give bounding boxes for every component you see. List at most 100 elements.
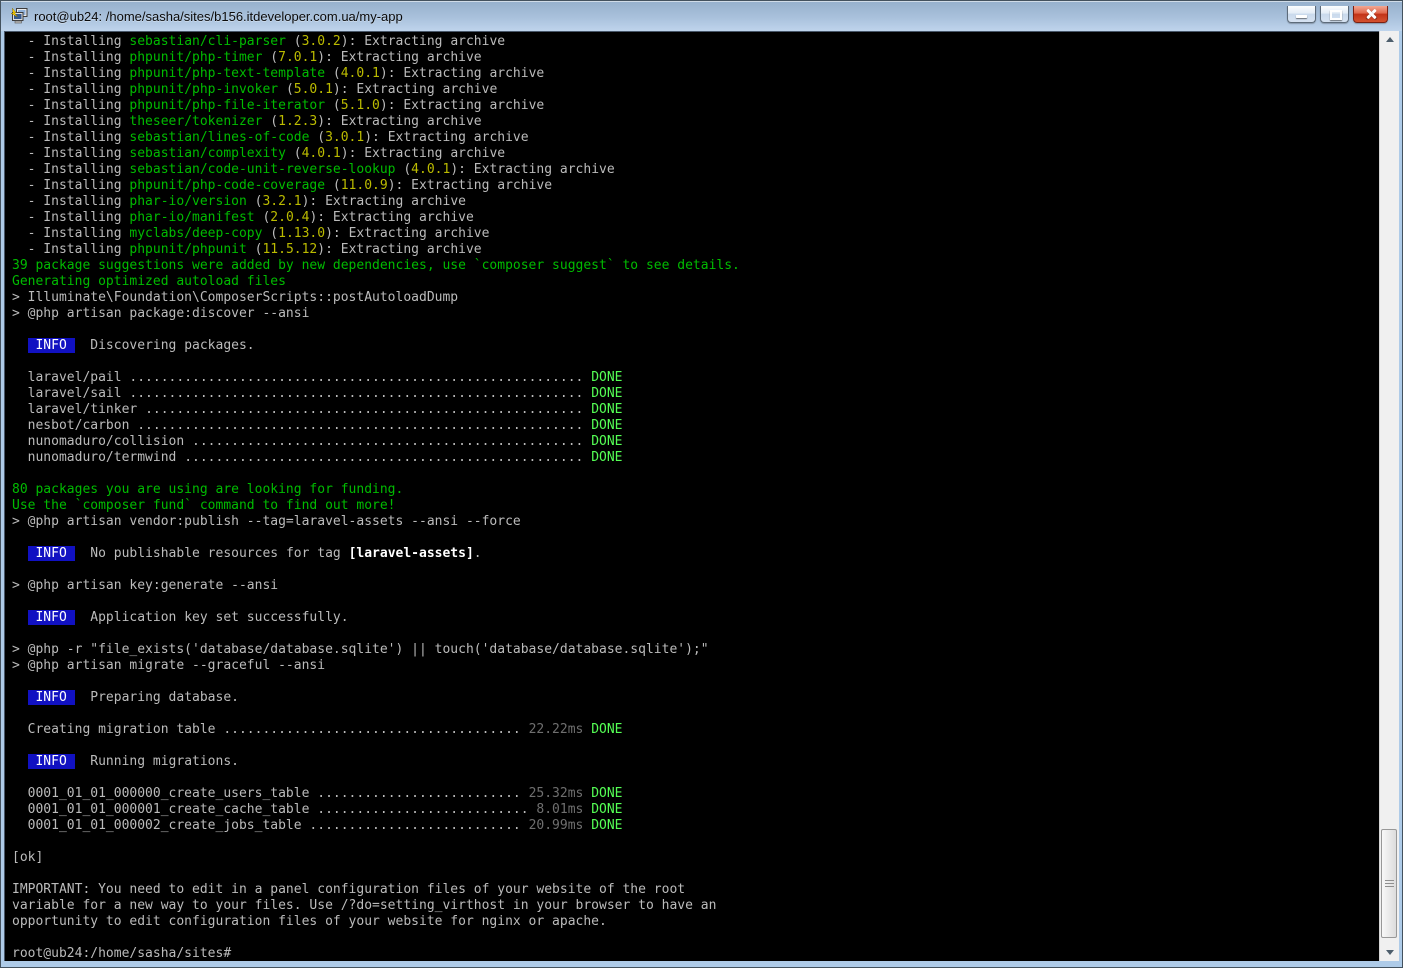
terminal-line: - Installing phpunit/php-timer (7.0.1): … [12,50,1379,66]
terminal-line [12,834,1379,850]
terminal-text-segment: ...................................... [223,722,520,737]
terminal-text-segment: Running migrations. [75,754,239,769]
terminal-line: - Installing phar-io/version (3.2.1): Ex… [12,194,1379,210]
terminal-text-segment: . [474,546,482,561]
terminal-text-segment: - Installing [12,162,129,177]
terminal-text-segment: 80 packages you are using are looking fo… [12,482,403,497]
terminal-text-segment: phpunit/phpunit [129,242,246,257]
terminal-text-segment: DONE [591,402,622,417]
terminal-text-segment: ): Extracting archive [341,146,505,161]
minimize-button[interactable] [1287,6,1316,23]
terminal-text-segment: DONE [591,722,622,737]
terminal-text-segment: myclabs/deep-copy [129,226,262,241]
terminal-text-segment: 22.22ms [529,722,584,737]
terminal-text-segment: ( [247,194,263,209]
terminal-text-segment: ): Extracting archive [317,50,481,65]
maximize-button[interactable] [1320,6,1349,23]
terminal-text-segment: DONE [591,450,622,465]
terminal-line: > @php artisan key:generate --ansi [12,578,1379,594]
terminal-text-segment: ( [309,130,325,145]
terminal-line: - Installing myclabs/deep-copy (1.13.0):… [12,226,1379,242]
terminal-line: Use the `composer fund` command to find … [12,498,1379,514]
terminal-text-segment: 0001_01_01_000000_create_users_table [12,786,317,801]
titlebar[interactable]: root@ub24: /home/sasha/sites/b156.itdeve… [1,1,1402,31]
scroll-up-button[interactable] [1380,31,1399,48]
terminal-text-segment: laravel/sail [12,386,129,401]
terminal-text-segment: - Installing [12,242,129,257]
terminal-line: - Installing phar-io/manifest (2.0.4): E… [12,210,1379,226]
terminal-text-segment: - Installing [12,66,129,81]
terminal-output[interactable]: - Installing sebastian/cli-parser (3.0.2… [4,31,1379,961]
terminal-text-segment: ): Extracting archive [309,210,473,225]
terminal-text-segment [521,818,529,833]
terminal-text-segment: - Installing [12,34,129,49]
terminal-text-segment: DONE [591,418,622,433]
terminal-text-segment: - Installing [12,210,129,225]
terminal-line: laravel/tinker .........................… [12,402,1379,418]
terminal-text-segment: ( [325,178,341,193]
terminal-text-segment: ........................................… [184,450,583,465]
terminal-text-segment: ): Extracting archive [380,66,544,81]
putty-window: root@ub24: /home/sasha/sites/b156.itdeve… [0,0,1403,968]
terminal-text-segment [12,690,28,705]
terminal-text-segment: 3.2.1 [262,194,301,209]
terminal-text-segment: 11.5.12 [262,242,317,257]
terminal-line: - Installing phpunit/php-invoker (5.0.1)… [12,82,1379,98]
terminal-text-segment: ( [325,98,341,113]
terminal-line [12,866,1379,882]
terminal-line: nunomaduro/collision ...................… [12,434,1379,450]
terminal-text-segment: 5.0.1 [294,82,333,97]
terminal-line: 0001_01_01_000000_create_users_table ...… [12,786,1379,802]
terminal-text-segment: INFO [28,754,75,769]
terminal-text-segment: - Installing [12,114,129,129]
terminal-text-segment: phar-io/manifest [129,210,254,225]
terminal-text-segment: INFO [28,338,75,353]
terminal-line: root@ub24:/home/sasha/sites# [12,946,1379,961]
terminal-line [12,466,1379,482]
scrollbar[interactable] [1379,31,1399,961]
terminal-line [12,674,1379,690]
terminal-text-segment: 11.0.9 [341,178,388,193]
terminal-text-segment: ........................... [309,818,520,833]
terminal-text-segment: .......................... [317,786,521,801]
terminal-text-segment: > Illuminate\Foundation\ComposerScripts:… [12,290,458,305]
terminal-line [12,930,1379,946]
terminal-text-segment: DONE [591,818,622,833]
terminal-text-segment: - Installing [12,82,129,97]
terminal-text-segment: Preparing database. [75,690,239,705]
terminal-text-segment: [laravel-assets] [349,546,474,561]
terminal-text-segment: ........................... [317,802,528,817]
close-button[interactable] [1353,6,1388,23]
terminal-text-segment: > @php artisan vendor:publish --tag=lara… [12,514,521,529]
terminal-line: 39 package suggestions were added by new… [12,258,1379,274]
terminal-text-segment: ): Extracting archive [364,130,528,145]
close-icon [1365,8,1377,20]
terminal-text-segment: - Installing [12,98,129,113]
terminal-text-segment [521,722,529,737]
terminal-text-segment: ( [396,162,412,177]
terminal-line: - Installing phpunit/php-code-coverage (… [12,178,1379,194]
terminal-text-segment: ( [286,34,302,49]
terminal-line: Generating optimized autoload files [12,274,1379,290]
terminal-line: 0001_01_01_000002_create_jobs_table ....… [12,818,1379,834]
terminal-text-segment [583,450,591,465]
terminal-text-segment: 4.0.1 [341,66,380,81]
terminal-text-segment: phpunit/php-file-iterator [129,98,325,113]
scroll-thumb[interactable] [1381,829,1397,938]
terminal-text-segment: [ok] [12,850,43,865]
terminal-line [12,706,1379,722]
terminal-text-segment: ........................................… [129,370,583,385]
terminal-text-segment: DONE [591,802,622,817]
terminal-text-segment: ........................................… [129,386,583,401]
minimize-icon [1296,15,1307,18]
terminal-line: INFO No publishable resources for tag [l… [12,546,1379,562]
terminal-text-segment: 8.01ms [536,802,583,817]
terminal-line: INFO Running migrations. [12,754,1379,770]
terminal-text-segment: sebastian/code-unit-reverse-lookup [129,162,395,177]
terminal-text-segment: IMPORTANT: You need to edit in a panel c… [12,882,685,897]
scroll-down-button[interactable] [1380,944,1399,961]
terminal-text-segment: 1.2.3 [278,114,317,129]
terminal-line [12,594,1379,610]
terminal-text-segment: 5.1.0 [341,98,380,113]
terminal-text-segment: ): Extracting archive [317,242,481,257]
